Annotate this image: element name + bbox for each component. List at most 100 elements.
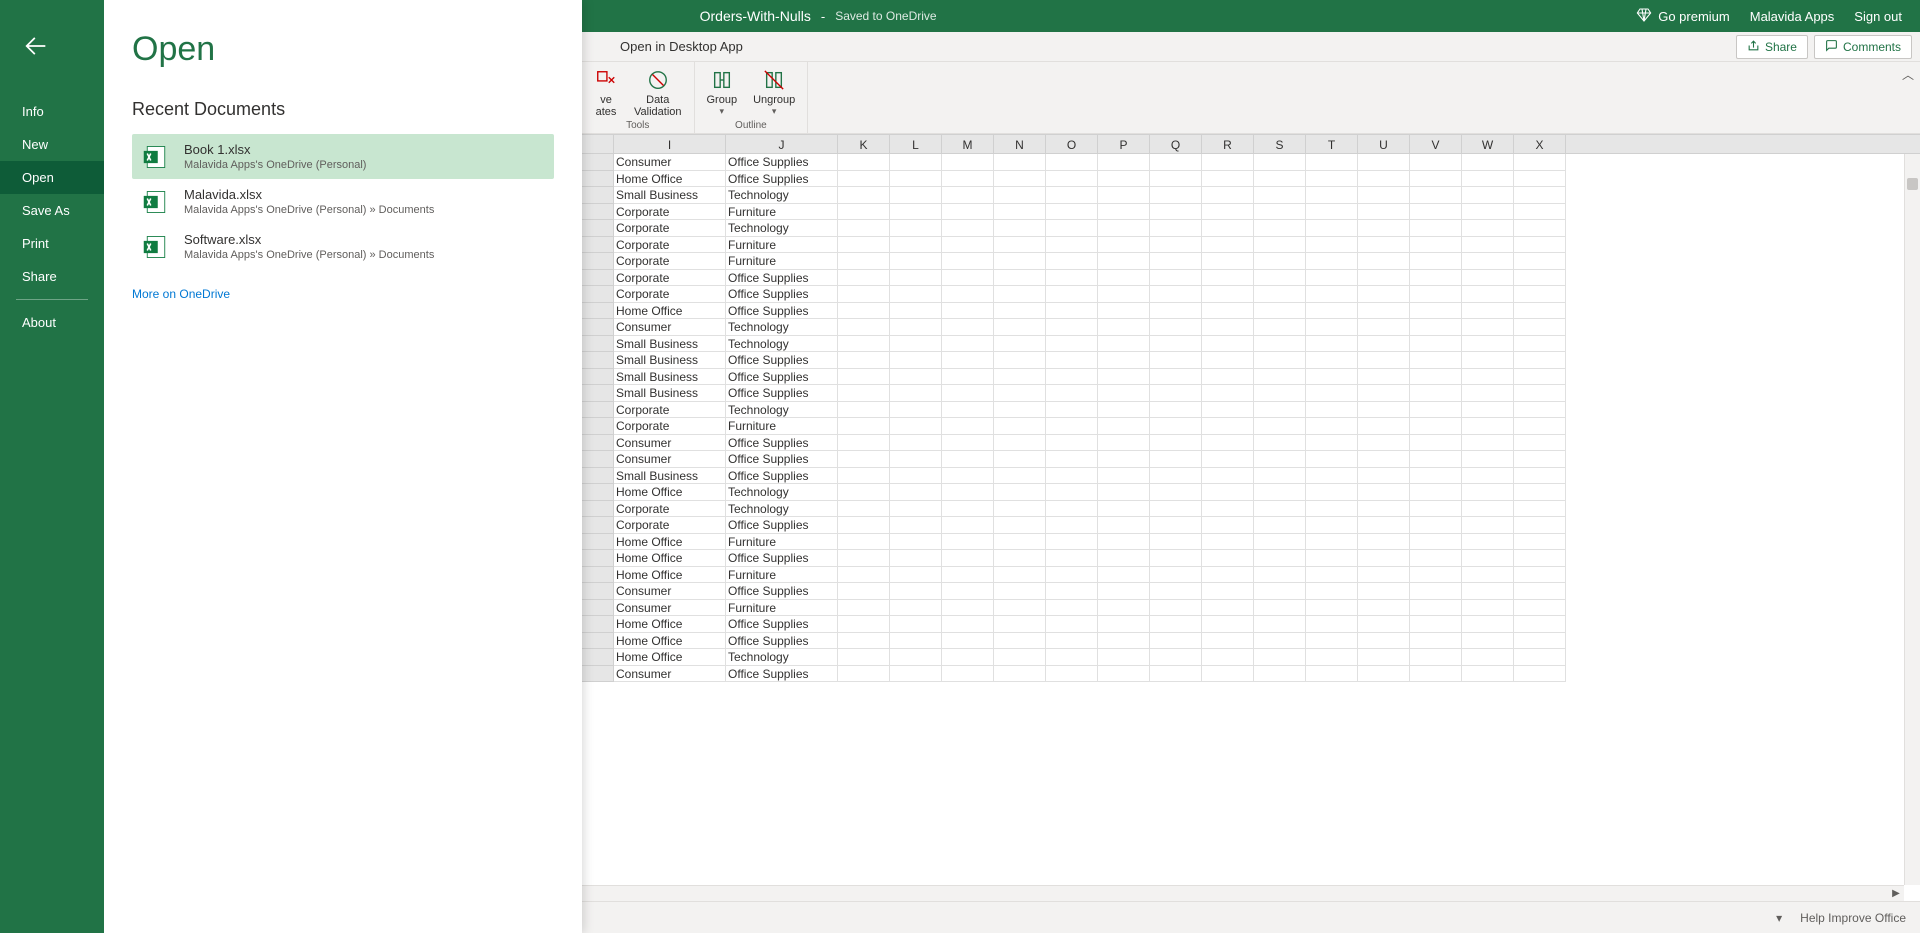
cell[interactable]: [1514, 567, 1566, 584]
select-all-corner[interactable]: [582, 135, 614, 153]
cell[interactable]: [890, 369, 942, 386]
cell[interactable]: [994, 600, 1046, 617]
cell[interactable]: [1254, 253, 1306, 270]
cell[interactable]: [838, 583, 890, 600]
ribbon-partial-item[interactable]: ve ates: [590, 66, 622, 120]
help-improve-link[interactable]: Help Improve Office: [1800, 911, 1906, 925]
cell[interactable]: [1462, 237, 1514, 254]
cell[interactable]: [838, 171, 890, 188]
cell[interactable]: [994, 270, 1046, 287]
cell[interactable]: [1306, 369, 1358, 386]
cell[interactable]: [890, 270, 942, 287]
cell[interactable]: [890, 649, 942, 666]
cell[interactable]: [994, 484, 1046, 501]
cell[interactable]: [994, 253, 1046, 270]
row-header[interactable]: [582, 402, 614, 419]
cell[interactable]: [1254, 204, 1306, 221]
cell[interactable]: [1306, 253, 1358, 270]
cell[interactable]: [1306, 402, 1358, 419]
cell[interactable]: [838, 534, 890, 551]
cell[interactable]: [1358, 649, 1410, 666]
cell[interactable]: [994, 336, 1046, 353]
cell[interactable]: [1462, 484, 1514, 501]
cell[interactable]: [1462, 534, 1514, 551]
cell[interactable]: [1254, 336, 1306, 353]
cell[interactable]: [1150, 352, 1202, 369]
row-header[interactable]: [582, 600, 614, 617]
collapse-ribbon-button[interactable]: ︿: [1902, 66, 1914, 83]
cell[interactable]: [1098, 253, 1150, 270]
cell[interactable]: [1150, 220, 1202, 237]
cell[interactable]: [1254, 468, 1306, 485]
cell[interactable]: Corporate: [614, 253, 726, 270]
cell[interactable]: [838, 319, 890, 336]
cell[interactable]: [890, 154, 942, 171]
cell[interactable]: [1046, 501, 1098, 518]
more-on-onedrive-link[interactable]: More on OneDrive: [132, 287, 554, 301]
cell[interactable]: [1098, 550, 1150, 567]
cell[interactable]: [1410, 220, 1462, 237]
cell[interactable]: [1462, 402, 1514, 419]
cell[interactable]: [1046, 253, 1098, 270]
cell[interactable]: [1306, 270, 1358, 287]
status-menu-chevron-icon[interactable]: ▾: [1776, 911, 1782, 925]
cell[interactable]: [1514, 649, 1566, 666]
cell[interactable]: [1202, 567, 1254, 584]
cell[interactable]: [1046, 204, 1098, 221]
cell[interactable]: [838, 649, 890, 666]
column-header[interactable]: U: [1358, 135, 1410, 153]
cell[interactable]: [942, 600, 994, 617]
cell[interactable]: [994, 204, 1046, 221]
cell[interactable]: [1514, 270, 1566, 287]
cell[interactable]: [838, 270, 890, 287]
cell[interactable]: [1462, 517, 1514, 534]
row-header[interactable]: [582, 369, 614, 386]
cell[interactable]: [1462, 501, 1514, 518]
cell[interactable]: [1306, 600, 1358, 617]
cell[interactable]: [1098, 319, 1150, 336]
cell[interactable]: [1202, 204, 1254, 221]
cell[interactable]: [1462, 418, 1514, 435]
cell[interactable]: [1306, 649, 1358, 666]
cell[interactable]: [1098, 171, 1150, 188]
cell[interactable]: Technology: [726, 220, 838, 237]
cell[interactable]: [838, 633, 890, 650]
column-header[interactable]: R: [1202, 135, 1254, 153]
cell[interactable]: Consumer: [614, 435, 726, 452]
cell[interactable]: [1202, 352, 1254, 369]
cell[interactable]: [1462, 270, 1514, 287]
cell[interactable]: [1254, 418, 1306, 435]
cell[interactable]: [1046, 154, 1098, 171]
cell[interactable]: [1046, 220, 1098, 237]
cell[interactable]: [1202, 385, 1254, 402]
row-header[interactable]: [582, 435, 614, 452]
cell[interactable]: [1514, 187, 1566, 204]
cell[interactable]: [1046, 567, 1098, 584]
cell[interactable]: Office Supplies: [726, 171, 838, 188]
cell[interactable]: [1098, 666, 1150, 683]
cell[interactable]: [1150, 270, 1202, 287]
cell[interactable]: [1358, 501, 1410, 518]
cell[interactable]: [1098, 567, 1150, 584]
cell[interactable]: [1514, 534, 1566, 551]
backstage-nav-open[interactable]: Open: [0, 161, 104, 194]
cell[interactable]: [1358, 550, 1410, 567]
cell[interactable]: [1098, 303, 1150, 320]
cell[interactable]: [838, 187, 890, 204]
row-header[interactable]: [582, 616, 614, 633]
cell[interactable]: [838, 402, 890, 419]
scroll-right-arrow[interactable]: ▶: [1890, 888, 1902, 900]
cell[interactable]: [1358, 600, 1410, 617]
backstage-nav-about[interactable]: About: [0, 306, 104, 339]
cell[interactable]: [942, 534, 994, 551]
cell[interactable]: [1410, 435, 1462, 452]
cell[interactable]: [1462, 550, 1514, 567]
cell[interactable]: [942, 385, 994, 402]
cell[interactable]: [1358, 451, 1410, 468]
cell[interactable]: [1358, 237, 1410, 254]
cell[interactable]: [1150, 385, 1202, 402]
cell[interactable]: [890, 468, 942, 485]
cell[interactable]: [1410, 468, 1462, 485]
cell[interactable]: [1462, 385, 1514, 402]
cell[interactable]: Small Business: [614, 336, 726, 353]
